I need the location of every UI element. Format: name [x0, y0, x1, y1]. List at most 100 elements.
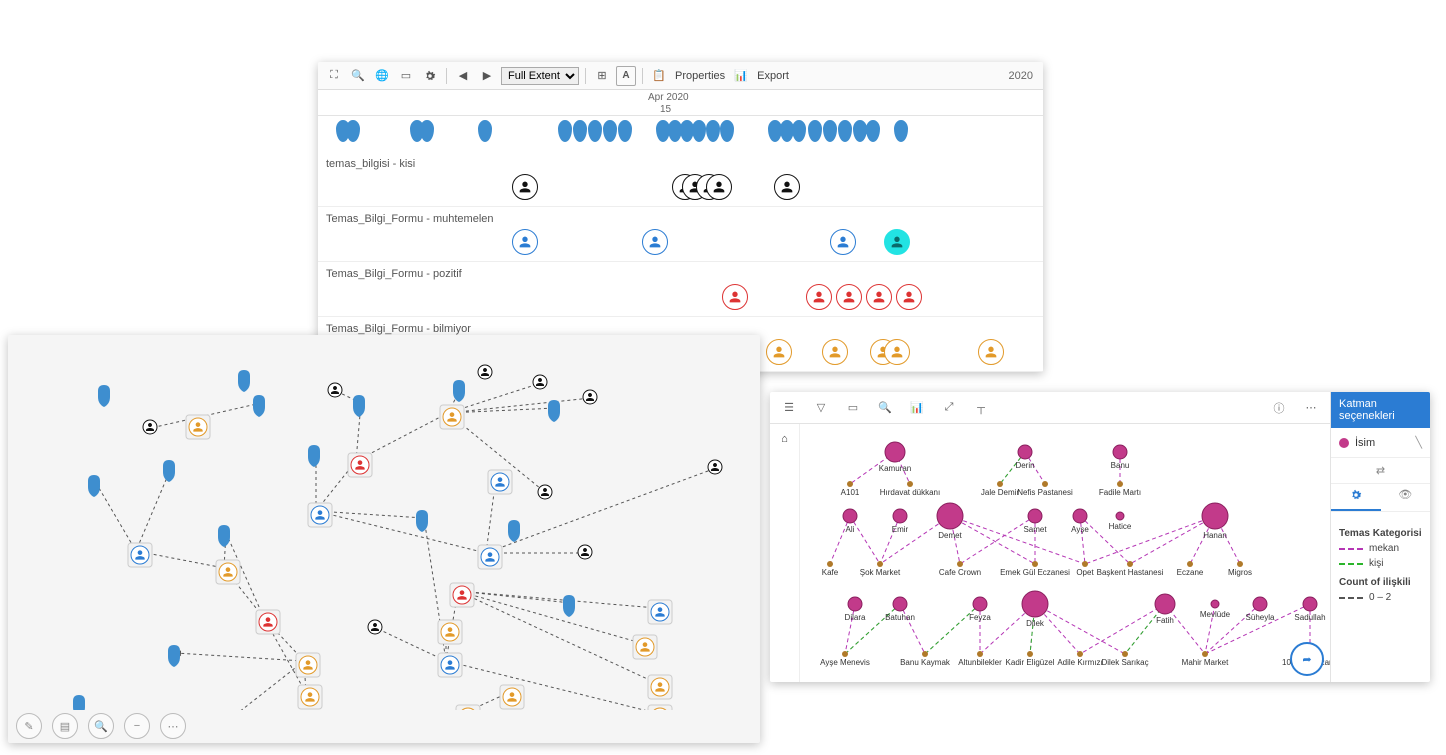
lc-person-box[interactable]	[456, 705, 480, 710]
timeline-shield[interactable]	[792, 120, 806, 142]
person-chip[interactable]	[766, 339, 792, 365]
person-node[interactable]	[1028, 509, 1042, 523]
person-chip[interactable]	[512, 229, 538, 255]
side-tab-style[interactable]	[1331, 484, 1381, 511]
properties-icon[interactable]: 📋	[649, 66, 669, 86]
timeline-shield[interactable]	[573, 120, 587, 142]
timeline-shield[interactable]	[588, 120, 602, 142]
side-tab-view[interactable]: 👁	[1381, 484, 1431, 511]
lc-person-box[interactable]	[450, 583, 474, 607]
lc-person-box[interactable]	[648, 675, 672, 699]
graph-canvas[interactable]: A101Hırdavat dükkanıJale DemirNefis Past…	[800, 424, 1330, 682]
timeline-shield[interactable]	[478, 120, 492, 142]
more-menu-icon[interactable]: ⋯	[1302, 399, 1320, 417]
lc-person-box[interactable]	[296, 653, 320, 677]
layout1-icon[interactable]: ⊞	[592, 66, 612, 86]
lc-person-box[interactable]	[633, 635, 657, 659]
lc-person-box[interactable]	[348, 453, 372, 477]
select-icon[interactable]: ▭	[396, 66, 416, 86]
person-chip[interactable]	[774, 174, 800, 200]
timeline-shield[interactable]	[692, 120, 706, 142]
person-node[interactable]	[893, 509, 907, 523]
place-node[interactable]	[922, 651, 928, 657]
lc-person-box[interactable]	[440, 405, 464, 429]
lc-shield[interactable]	[98, 385, 110, 407]
list-icon[interactable]: ☰	[780, 399, 798, 417]
lc-person[interactable]	[538, 485, 552, 499]
lc-person[interactable]	[368, 620, 382, 634]
timeline-shield[interactable]	[618, 120, 632, 142]
person-chip[interactable]	[512, 174, 538, 200]
lc-person-box[interactable]	[298, 685, 322, 709]
text-tool-icon[interactable]: A	[616, 66, 636, 86]
place-node[interactable]	[1127, 561, 1133, 567]
place-node[interactable]	[997, 481, 1003, 487]
lc-person-box[interactable]	[648, 705, 672, 710]
home-icon[interactable]: ⌂	[776, 430, 794, 448]
lc-person-box[interactable]	[308, 503, 332, 527]
next-icon[interactable]: ▶	[477, 66, 497, 86]
person-chip[interactable]	[896, 284, 922, 310]
person-chip[interactable]	[884, 229, 910, 255]
timeline-shield[interactable]	[706, 120, 720, 142]
export-label[interactable]: Export	[755, 70, 791, 82]
person-node[interactable]	[937, 503, 963, 529]
expand-icon[interactable]: ⤢	[940, 399, 958, 417]
zoom-full-icon[interactable]: ⛶	[324, 66, 344, 86]
timeline-shield[interactable]	[420, 120, 434, 142]
timeline-shield[interactable]	[808, 120, 822, 142]
lc-shield[interactable]	[168, 645, 180, 667]
lc-person[interactable]	[478, 365, 492, 379]
zoom-tool-icon[interactable]: 🔍	[876, 399, 894, 417]
place-node[interactable]	[842, 651, 848, 657]
lc-person[interactable]	[533, 375, 547, 389]
tree-icon[interactable]: ┬	[972, 399, 990, 417]
person-node[interactable]	[885, 442, 905, 462]
place-node[interactable]	[1077, 651, 1083, 657]
person-node[interactable]	[893, 597, 907, 611]
info-icon[interactable]: ⓘ	[1270, 399, 1288, 417]
person-node[interactable]	[1202, 503, 1228, 529]
person-chip[interactable]	[884, 339, 910, 365]
person-node[interactable]	[1018, 445, 1032, 459]
person-chip[interactable]	[642, 229, 668, 255]
select-tool-icon[interactable]: ▭	[844, 399, 862, 417]
place-node[interactable]	[1202, 651, 1208, 657]
place-node[interactable]	[957, 561, 963, 567]
person-node[interactable]	[973, 597, 987, 611]
place-node[interactable]	[1042, 481, 1048, 487]
timeline-shield[interactable]	[720, 120, 734, 142]
lc-shield[interactable]	[508, 520, 520, 542]
zoom-icon[interactable]: 🔍	[88, 713, 114, 739]
globe-icon[interactable]: 🌐	[372, 66, 392, 86]
timeline-shield[interactable]	[853, 120, 867, 142]
lc-person[interactable]	[578, 545, 592, 559]
lc-shield[interactable]	[218, 525, 230, 547]
extent-select[interactable]: Full Extent	[501, 67, 579, 85]
lc-shield[interactable]	[253, 395, 265, 417]
person-node[interactable]	[848, 597, 862, 611]
timeline-shield[interactable]	[823, 120, 837, 142]
person-chip[interactable]	[978, 339, 1004, 365]
lc-person[interactable]	[708, 460, 722, 474]
person-chip[interactable]	[830, 229, 856, 255]
settings-icon[interactable]	[420, 66, 440, 86]
person-node[interactable]	[1253, 597, 1267, 611]
lc-person-box[interactable]	[186, 415, 210, 439]
person-node[interactable]	[1113, 445, 1127, 459]
person-node[interactable]	[1073, 509, 1087, 523]
place-node[interactable]	[977, 651, 983, 657]
person-chip[interactable]	[722, 284, 748, 310]
place-node[interactable]	[1237, 561, 1243, 567]
lc-person-box[interactable]	[648, 600, 672, 624]
place-node[interactable]	[907, 481, 913, 487]
person-node[interactable]	[843, 509, 857, 523]
lc-shield[interactable]	[563, 595, 575, 617]
swap-icon[interactable]: ⇄	[1376, 464, 1385, 477]
place-node[interactable]	[1032, 561, 1038, 567]
more-icon[interactable]: ⋯	[160, 713, 186, 739]
person-node[interactable]	[1022, 591, 1048, 617]
lc-person-box[interactable]	[478, 545, 502, 569]
lc-shield[interactable]	[238, 370, 250, 392]
lc-shield[interactable]	[88, 475, 100, 497]
